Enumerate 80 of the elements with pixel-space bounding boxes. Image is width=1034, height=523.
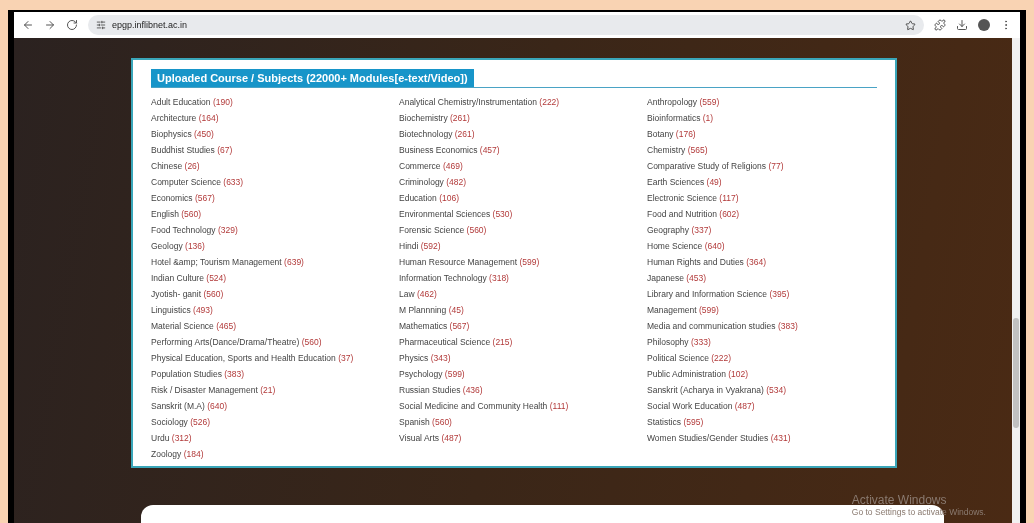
subject-link[interactable]: Chinese (26) bbox=[151, 158, 399, 174]
subject-link[interactable]: Comparative Study of Religions (77) bbox=[647, 158, 877, 174]
subject-link[interactable]: Statistics (595) bbox=[647, 414, 877, 430]
bookmark-star-icon[interactable] bbox=[905, 19, 916, 31]
subject-link[interactable]: Human Resource Management (599) bbox=[399, 254, 647, 270]
subject-link[interactable]: Hindi (592) bbox=[399, 238, 647, 254]
subject-link[interactable]: Sanskrit (Acharya in Vyakrana) (534) bbox=[647, 382, 877, 398]
subject-link[interactable]: Media and communication studies (383) bbox=[647, 318, 877, 334]
scrollbar-thumb[interactable] bbox=[1013, 318, 1019, 428]
subject-link[interactable]: Economics (567) bbox=[151, 190, 399, 206]
subject-link[interactable]: Home Science (640) bbox=[647, 238, 877, 254]
subject-link[interactable]: Botany (176) bbox=[647, 126, 877, 142]
subject-link[interactable]: Architecture (164) bbox=[151, 110, 399, 126]
subject-link[interactable]: Commerce (469) bbox=[399, 158, 647, 174]
extensions-icon[interactable] bbox=[934, 19, 946, 31]
subject-link[interactable]: Electronic Science (117) bbox=[647, 190, 877, 206]
subject-link[interactable]: Earth Sciences (49) bbox=[647, 174, 877, 190]
subject-link[interactable]: Risk / Disaster Management (21) bbox=[151, 382, 399, 398]
subject-link[interactable]: Social Medicine and Community Health (111) bbox=[399, 398, 647, 414]
subject-link[interactable]: Food and Nutrition (602) bbox=[647, 206, 877, 222]
subject-link[interactable]: Political Science (222) bbox=[647, 350, 877, 366]
subject-link[interactable]: M Plannning (45) bbox=[399, 302, 647, 318]
site-settings-icon[interactable] bbox=[96, 20, 106, 30]
subject-link[interactable]: Bioinformatics (1) bbox=[647, 110, 877, 126]
subject-link[interactable]: Physical Education, Sports and Health Education (37) bbox=[151, 350, 399, 366]
subject-link[interactable]: Food Technology (329) bbox=[151, 222, 399, 238]
subject-link[interactable]: Criminology (482) bbox=[399, 174, 647, 190]
subject-link[interactable]: Linguistics (493) bbox=[151, 302, 399, 318]
subject-link[interactable]: Japanese (453) bbox=[647, 270, 877, 286]
subject-link[interactable]: Biotechnology (261) bbox=[399, 126, 647, 142]
subject-link[interactable]: Biophysics (450) bbox=[151, 126, 399, 142]
subject-link[interactable]: Russian Studies (436) bbox=[399, 382, 647, 398]
subject-link[interactable]: Population Studies (383) bbox=[151, 366, 399, 382]
subject-link[interactable]: Mathematics (567) bbox=[399, 318, 647, 334]
subject-link[interactable]: Information Technology (318) bbox=[399, 270, 647, 286]
subject-link[interactable]: Computer Science (633) bbox=[151, 174, 399, 190]
profile-avatar-icon[interactable] bbox=[978, 19, 990, 31]
subject-link[interactable]: Education (106) bbox=[399, 190, 647, 206]
subject-link[interactable]: Sanskrit (M.A) (640) bbox=[151, 398, 399, 414]
subject-link[interactable]: Spanish (560) bbox=[399, 414, 647, 430]
subject-link[interactable]: Zoology (184) bbox=[151, 446, 399, 462]
subject-link[interactable]: Material Science (465) bbox=[151, 318, 399, 334]
subject-link[interactable]: Visual Arts (487) bbox=[399, 430, 647, 446]
subject-link[interactable]: Sociology (526) bbox=[151, 414, 399, 430]
subject-link[interactable]: Urdu (312) bbox=[151, 430, 399, 446]
subject-link[interactable]: Library and Information Science (395) bbox=[647, 286, 877, 302]
forward-icon[interactable] bbox=[44, 19, 56, 31]
subject-link[interactable]: Adult Education (190) bbox=[151, 94, 399, 110]
subject-link[interactable]: Biochemistry (261) bbox=[399, 110, 647, 126]
subject-link[interactable]: Geography (337) bbox=[647, 222, 877, 238]
reload-icon[interactable] bbox=[66, 19, 78, 31]
subject-link[interactable]: English (560) bbox=[151, 206, 399, 222]
subject-link[interactable]: Forensic Science (560) bbox=[399, 222, 647, 238]
back-icon[interactable] bbox=[22, 19, 34, 31]
subject-link[interactable]: Law (462) bbox=[399, 286, 647, 302]
url-text: epgp.inflibnet.ac.in bbox=[112, 20, 188, 30]
subject-link[interactable]: Anthropology (559) bbox=[647, 94, 877, 110]
address-bar[interactable]: epgp.inflibnet.ac.in bbox=[88, 15, 924, 35]
subject-link[interactable]: Pharmaceutical Science (215) bbox=[399, 334, 647, 350]
subject-link[interactable]: Environmental Sciences (530) bbox=[399, 206, 647, 222]
subject-link[interactable]: Geology (136) bbox=[151, 238, 399, 254]
subject-link[interactable]: Analytical Chemistry/Instrumentation (222) bbox=[399, 94, 647, 110]
download-icon[interactable] bbox=[956, 19, 968, 31]
subject-link[interactable]: Philosophy (333) bbox=[647, 334, 877, 350]
subject-link[interactable]: Performing Arts(Dance/Drama/Theatre) (560) bbox=[151, 334, 399, 350]
card-heading: Uploaded Course / Subjects (22000+ Modules[e-text/Video]) bbox=[151, 69, 474, 87]
subject-link[interactable]: Chemistry (565) bbox=[647, 142, 877, 158]
subject-link[interactable]: Human Rights and Duties (364) bbox=[647, 254, 877, 270]
subject-link[interactable]: Business Economics (457) bbox=[399, 142, 647, 158]
subject-link[interactable]: Indian Culture (524) bbox=[151, 270, 399, 286]
subject-link[interactable]: Physics (343) bbox=[399, 350, 647, 366]
subject-link[interactable]: Public Administration (102) bbox=[647, 366, 877, 382]
subject-link[interactable]: Hotel &amp; Tourism Management (639) bbox=[151, 254, 399, 270]
subject-link[interactable]: Jyotish- ganit (560) bbox=[151, 286, 399, 302]
activation-title: Activate Windows bbox=[851, 493, 948, 507]
subject-link[interactable]: Women Studies/Gender Studies (431) bbox=[647, 430, 877, 446]
subject-link[interactable]: Management (599) bbox=[647, 302, 877, 318]
subject-link[interactable]: Psychology (599) bbox=[399, 366, 647, 382]
subject-link[interactable]: Buddhist Studies (67) bbox=[151, 142, 399, 158]
subject-link[interactable]: Social Work Education (487) bbox=[647, 398, 877, 414]
